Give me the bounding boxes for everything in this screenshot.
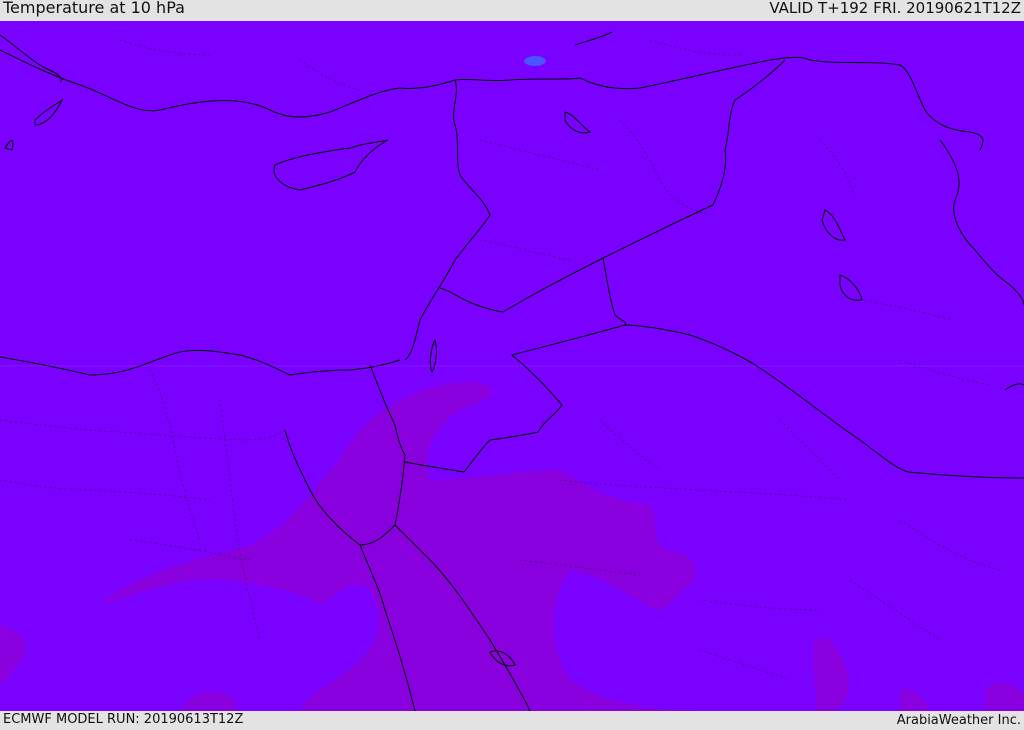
map-canvas — [0, 31, 1024, 711]
map-title: Temperature at 10 hPa — [3, 0, 185, 17]
header-bar: Temperature at 10 hPa VALID T+192 FRI. 2… — [0, 0, 1024, 21]
temperature-map[interactable] — [0, 21, 1024, 711]
lake-marker — [524, 56, 546, 66]
warm-field-shading — [0, 381, 1024, 711]
model-run-label: ECMWF MODEL RUN: 20190613T12Z — [3, 712, 244, 727]
valid-time: VALID T+192 FRI. 20190621T12Z — [769, 0, 1021, 17]
footer-bar: ECMWF MODEL RUN: 20190613T12Z ArabiaWeat… — [0, 711, 1024, 729]
country-borders — [369, 59, 1024, 479]
credit-label: ArabiaWeather Inc. — [896, 713, 1021, 728]
